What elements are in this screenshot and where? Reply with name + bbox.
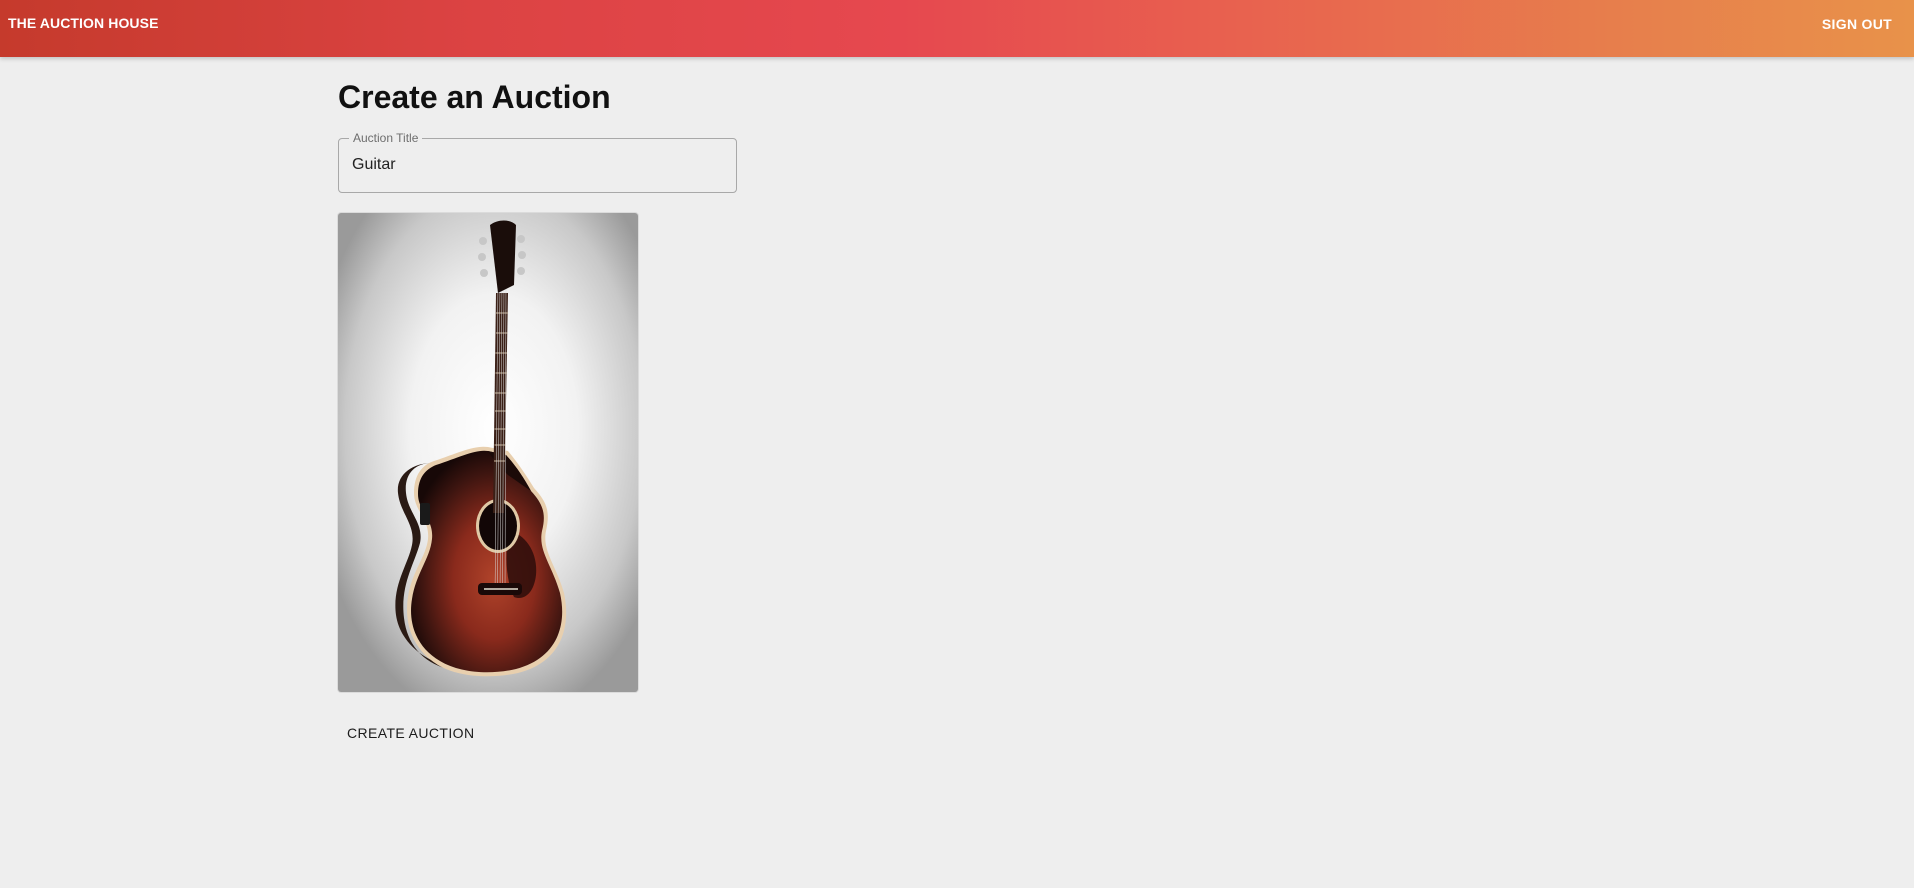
auction-image [338,213,638,692]
create-auction-button[interactable]: CREATE AUCTION [338,718,483,748]
app-header: THE AUCTION HOUSE SIGN OUT [0,0,1914,57]
auction-title-field[interactable]: Auction Title [338,131,737,193]
page-title: Create an Auction [338,79,611,115]
brand-title[interactable]: THE AUCTION HOUSE [8,15,159,31]
sign-out-button[interactable]: SIGN OUT [1822,16,1892,32]
guitar-image [338,213,638,692]
auction-title-label: Auction Title [349,131,423,145]
auction-title-input[interactable] [352,156,722,174]
